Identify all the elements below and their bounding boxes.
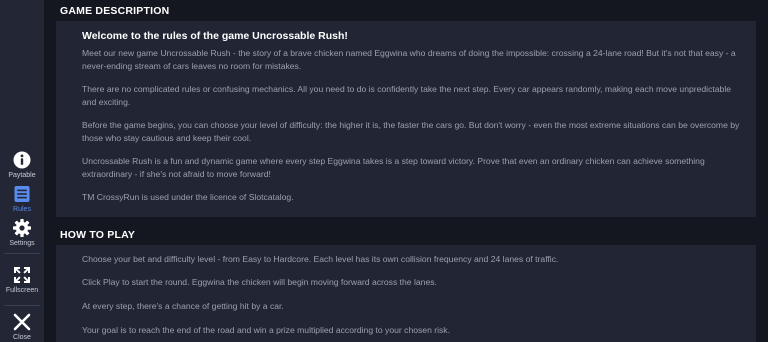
scrollbar-track[interactable] — [756, 0, 768, 342]
how-to-play-paragraph: At every step, there's a chance of getti… — [82, 301, 284, 311]
game-description-panel: Welcome to the rules of the game Uncross… — [56, 21, 756, 217]
sidebar-item-settings[interactable]: Settings — [0, 218, 44, 252]
rules-screen: Paytable Rules Settings Fullscreen Close… — [0, 0, 768, 342]
sidebar-item-close[interactable]: Close — [0, 312, 44, 342]
section-title-how-to-play: HOW TO PLAY — [60, 229, 136, 241]
section-title-game-description: GAME DESCRIPTION — [60, 5, 170, 17]
close-icon — [13, 313, 31, 331]
sidebar-item-label: Paytable — [8, 172, 36, 179]
sidebar-item-label: Close — [13, 334, 31, 341]
fullscreen-icon — [14, 267, 30, 283]
description-paragraph: TM CrossyRun is used under the licence o… — [82, 192, 294, 202]
rules-content[interactable]: GAME DESCRIPTION Welcome to the rules of… — [44, 0, 756, 342]
sidebar-item-label: Rules — [13, 206, 31, 213]
sidebar-item-fullscreen[interactable]: Fullscreen — [0, 265, 44, 299]
sidebar-divider — [4, 253, 40, 254]
gear-icon — [13, 219, 31, 237]
how-to-play-paragraph: Click Play to start the round. Eggwina t… — [82, 277, 437, 287]
description-paragraph: Before the game begins, you can choose y… — [82, 120, 740, 143]
description-paragraph: There are no complicated rules or confus… — [82, 84, 732, 107]
how-to-play-paragraph: Your goal is to reach the end of the roa… — [82, 325, 450, 335]
sidebar-item-paytable[interactable]: Paytable — [0, 150, 44, 184]
list-icon — [14, 186, 30, 202]
sidebar-item-rules[interactable]: Rules — [0, 184, 44, 218]
sidebar-item-label: Settings — [9, 240, 35, 247]
sidebar-item-label: Fullscreen — [5, 287, 39, 294]
description-paragraph: Meet our new game Uncrossable Rush - the… — [82, 48, 736, 71]
how-to-play-paragraph: Choose your bet and difficulty level - f… — [82, 254, 559, 264]
info-icon — [13, 151, 31, 169]
how-to-play-panel: Choose your bet and difficulty level - f… — [56, 245, 756, 342]
panel-heading: Welcome to the rules of the game Uncross… — [82, 30, 348, 42]
description-paragraph: Uncrossable Rush is a fun and dynamic ga… — [82, 156, 705, 179]
sidebar: Paytable Rules Settings Fullscreen Close — [0, 0, 44, 342]
sidebar-divider — [4, 305, 40, 306]
